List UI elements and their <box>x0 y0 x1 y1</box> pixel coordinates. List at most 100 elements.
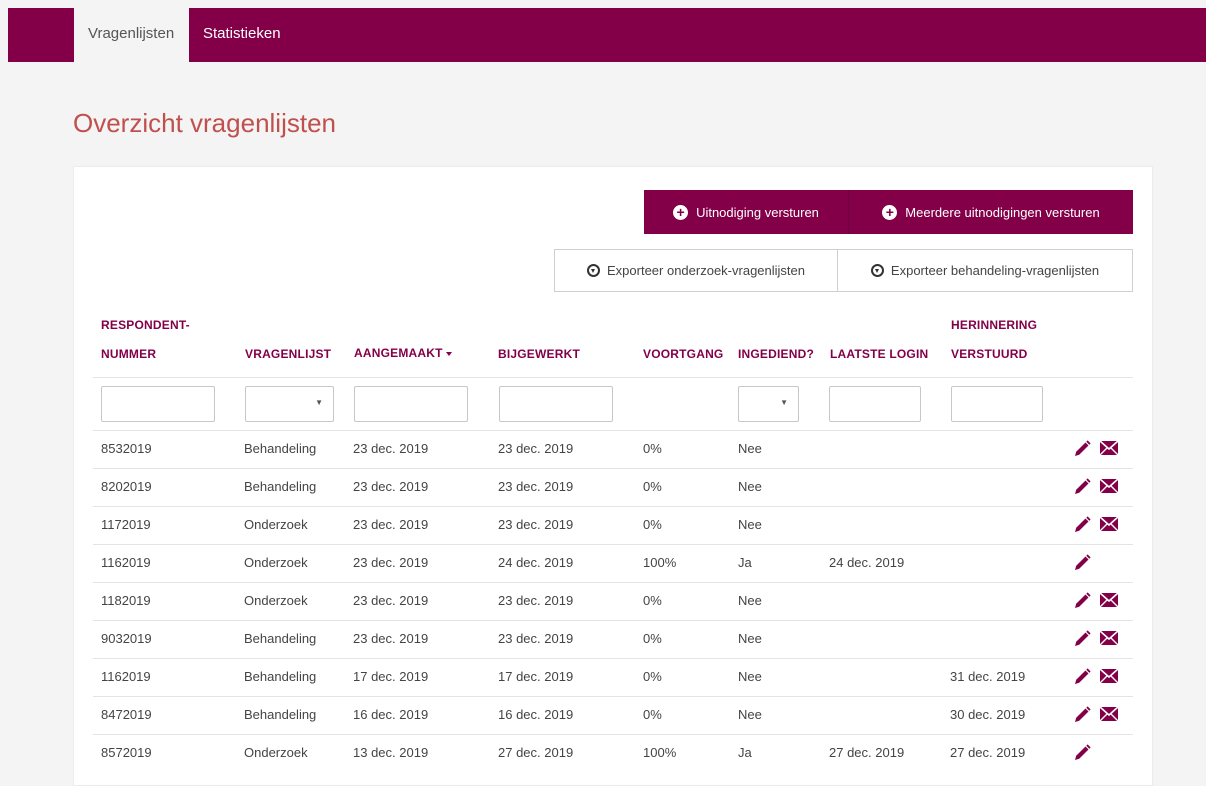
cell-vragenlijst: Onderzoek <box>244 555 308 570</box>
export-treatment-label: Exporteer behandeling-vragenlijsten <box>890 263 1100 278</box>
top-navbar: Vragenlijsten Statistieken <box>8 8 1206 62</box>
cell-aangemaakt: 23 dec. 2019 <box>353 555 429 570</box>
row-divider <box>93 544 1133 545</box>
plus-circle-icon: + <box>882 204 898 220</box>
envelope-icon[interactable] <box>1099 478 1119 494</box>
row-divider <box>93 620 1133 621</box>
cell-herinnering: 30 dec. 2019 <box>950 707 1026 722</box>
cell-laatste-login: 27 dec. 2019 <box>829 745 905 760</box>
cell-vragenlijst: Onderzoek <box>244 745 308 760</box>
filter-herinnering-input[interactable] <box>951 386 1043 422</box>
envelope-icon[interactable] <box>1099 668 1119 684</box>
cell-ingediend: Nee <box>738 669 762 684</box>
cell-aangemaakt: 13 dec. 2019 <box>353 745 429 760</box>
cell-ingediend: Nee <box>738 441 762 456</box>
export-treatment-button[interactable]: Exporteer behandeling-vragenlijsten <box>837 249 1133 292</box>
cell-vragenlijst: Behandeling <box>244 707 317 722</box>
cell-voortgang: 0% <box>643 669 662 684</box>
cell-aangemaakt: 17 dec. 2019 <box>353 669 429 684</box>
header-ingediend[interactable]: INGEDIEND? <box>738 347 814 361</box>
cell-voortgang: 0% <box>643 631 662 646</box>
cell-vragenlijst: Behandeling <box>244 441 317 456</box>
cell-bijgewerkt: 16 dec. 2019 <box>498 707 574 722</box>
cell-aangemaakt: 16 dec. 2019 <box>353 707 429 722</box>
cell-bijgewerkt: 23 dec. 2019 <box>498 479 574 494</box>
header-vragenlijst[interactable]: VRAGENLIJST <box>245 347 331 361</box>
cell-bijgewerkt: 23 dec. 2019 <box>498 631 574 646</box>
pencil-icon[interactable] <box>1072 629 1092 649</box>
cell-nummer: 8202019 <box>101 479 152 494</box>
download-circle-icon <box>870 264 884 277</box>
cell-voortgang: 0% <box>643 517 662 532</box>
envelope-icon[interactable] <box>1099 440 1119 456</box>
cell-bijgewerkt: 23 dec. 2019 <box>498 593 574 608</box>
filter-laatste-login-input[interactable] <box>829 386 921 422</box>
tab-vragenlijsten[interactable]: Vragenlijsten <box>74 8 189 62</box>
send-invitation-label: Uitnodiging versturen <box>696 204 819 220</box>
cell-aangemaakt: 23 dec. 2019 <box>353 441 429 456</box>
header-laatste-login[interactable]: LAATSTE LOGIN <box>830 347 928 361</box>
row-divider <box>93 696 1133 697</box>
cell-voortgang: 0% <box>643 479 662 494</box>
filter-aangemaakt-input[interactable] <box>354 386 468 422</box>
filter-ingediend-select[interactable] <box>738 386 799 422</box>
cell-bijgewerkt: 23 dec. 2019 <box>498 441 574 456</box>
envelope-icon[interactable] <box>1099 630 1119 646</box>
cell-ingediend: Nee <box>738 593 762 608</box>
cell-ingediend: Nee <box>738 631 762 646</box>
pencil-icon[interactable] <box>1072 667 1092 687</box>
cell-voortgang: 100% <box>643 555 677 570</box>
cell-herinnering: 27 dec. 2019 <box>950 745 1026 760</box>
send-multiple-invitations-button[interactable]: + Meerdere uitnodigingen versturen <box>849 190 1133 234</box>
cell-vragenlijst: Behandeling <box>244 669 317 684</box>
envelope-icon[interactable] <box>1099 592 1119 608</box>
row-divider <box>93 430 1133 431</box>
pencil-icon[interactable] <box>1072 743 1092 763</box>
send-multiple-invitations-label: Meerdere uitnodigingen versturen <box>905 204 1100 220</box>
pencil-icon[interactable] <box>1072 477 1092 497</box>
header-respondent-line2: NUMMER <box>101 347 157 361</box>
pencil-icon[interactable] <box>1072 439 1092 459</box>
export-research-button[interactable]: Exporteer onderzoek-vragenlijsten <box>554 249 838 292</box>
cell-herinnering: 31 dec. 2019 <box>950 669 1026 684</box>
cell-aangemaakt: 23 dec. 2019 <box>353 593 429 608</box>
cell-nummer: 8472019 <box>101 707 152 722</box>
cell-ingediend: Ja <box>738 555 752 570</box>
filter-respondent-input[interactable] <box>101 386 215 422</box>
cell-nummer: 8532019 <box>101 441 152 456</box>
cell-bijgewerkt: 23 dec. 2019 <box>498 517 574 532</box>
header-bijgewerkt[interactable]: BIJGEWERKT <box>498 347 580 361</box>
envelope-icon[interactable] <box>1099 516 1119 532</box>
row-divider <box>93 658 1133 659</box>
filter-vragenlijst-select[interactable] <box>245 386 334 422</box>
send-invitation-button[interactable]: + Uitnodiging versturen <box>644 190 849 234</box>
pencil-icon[interactable] <box>1072 553 1092 573</box>
pencil-icon[interactable] <box>1072 591 1092 611</box>
header-voortgang[interactable]: VOORTGANG <box>643 347 723 361</box>
plus-circle-icon: + <box>673 204 689 220</box>
row-divider <box>93 468 1133 469</box>
header-aangemaakt-label: AANGEMAAKT <box>354 346 443 360</box>
export-research-label: Exporteer onderzoek-vragenlijsten <box>607 263 805 278</box>
cell-ingediend: Nee <box>738 479 762 494</box>
envelope-icon[interactable] <box>1099 706 1119 722</box>
cell-aangemaakt: 23 dec. 2019 <box>353 631 429 646</box>
header-aangemaakt[interactable]: AANGEMAAKT <box>354 346 452 360</box>
pencil-icon[interactable] <box>1072 515 1092 535</box>
header-herinnering-line2: VERSTUURD <box>951 347 1028 361</box>
row-divider <box>93 582 1133 583</box>
header-divider <box>93 377 1133 378</box>
cell-aangemaakt: 23 dec. 2019 <box>353 479 429 494</box>
filter-bijgewerkt-input[interactable] <box>499 386 613 422</box>
row-divider <box>93 734 1133 735</box>
cell-nummer: 1172019 <box>101 517 151 532</box>
tab-statistieken[interactable]: Statistieken <box>189 8 295 62</box>
cell-voortgang: 0% <box>643 593 662 608</box>
cell-vragenlijst: Behandeling <box>244 631 317 646</box>
cell-voortgang: 0% <box>643 441 662 456</box>
cell-bijgewerkt: 27 dec. 2019 <box>498 745 574 760</box>
cell-ingediend: Nee <box>738 707 762 722</box>
pencil-icon[interactable] <box>1072 705 1092 725</box>
cell-vragenlijst: Onderzoek <box>244 593 308 608</box>
cell-bijgewerkt: 24 dec. 2019 <box>498 555 574 570</box>
